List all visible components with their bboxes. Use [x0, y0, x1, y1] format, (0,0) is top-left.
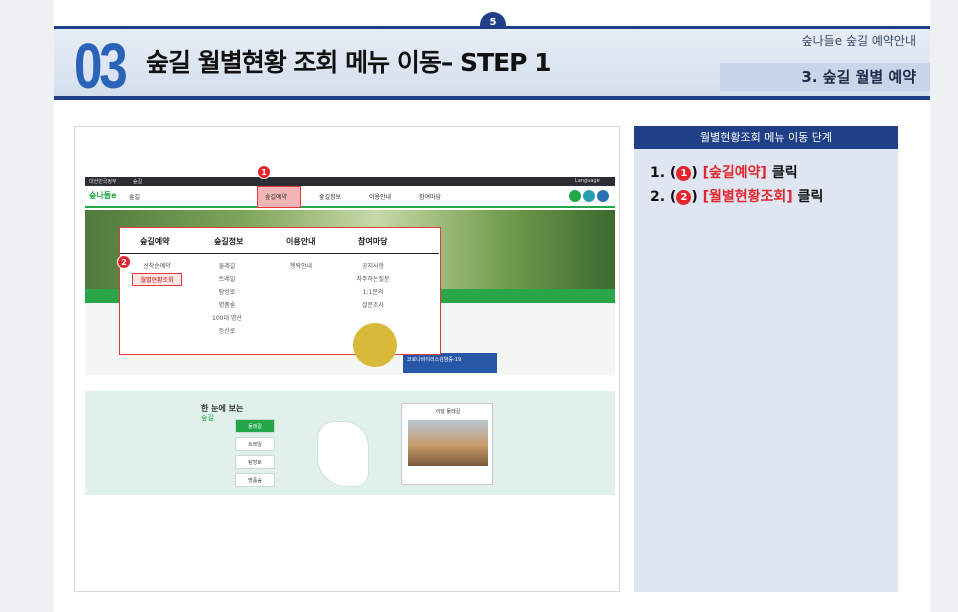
- step-target: [월별현황조회]: [702, 189, 793, 205]
- lower-section: 한 눈에 보는 숲길 둘레길 트레일 탐방로 명품숲 이달 둘레길: [85, 391, 615, 495]
- mega-col-participate: 공지사항 자주하는질문 1:1문의 설문조사: [338, 260, 408, 312]
- mega-header-reservation: 숲길예약: [140, 237, 170, 246]
- site-mockup: 대한민국정부 숲길 Language 숲나들e 숲길 숲길예약 숲길정보 이용안…: [85, 165, 615, 495]
- step-badge: 2: [676, 190, 692, 205]
- topbar-gov-link: 대한민국정부: [89, 179, 117, 185]
- site-topbar: 대한민국정부 숲길 Language: [85, 177, 615, 186]
- menu-item-trail: 트레일: [218, 276, 236, 283]
- topbar-site-link: 숲길: [133, 179, 143, 185]
- step-badge: 1: [676, 166, 692, 181]
- covid-banner: 코로나바이러스감염증-19: [403, 353, 497, 373]
- section-header: 03 숲길 월별현황 조회 메뉴 이동– STEP 1 숲나들e 숲길 예약안내…: [54, 26, 930, 100]
- mega-col-reservation: 선착순예약 월별현황조회: [122, 260, 192, 286]
- step-item: 2. (2) [월별현황조회] 클릭: [650, 186, 823, 206]
- mega-menu-header: 숲길예약 숲길정보 이용안내 참여마당: [120, 228, 439, 254]
- menu-item-notice: 공지사항: [361, 263, 385, 270]
- step-action: 클릭: [766, 165, 798, 181]
- menu-item-mountains: 100대 명산: [212, 315, 242, 322]
- user-icon: [583, 190, 595, 202]
- steps-panel-title: 월별현황조회 메뉴 이동 단계: [634, 126, 898, 149]
- trail-type-button: 탐방로: [235, 455, 275, 469]
- menu-item-dulle: 둘레길: [218, 263, 236, 270]
- lower-subheading: 숲길: [201, 414, 214, 422]
- menu-item-monthly-status: 월별현황조회: [132, 273, 182, 286]
- step-prefix: 1. (: [650, 165, 677, 181]
- menu-item-guide: 행락안내: [289, 263, 313, 270]
- menu-item-faq: 자주하는질문: [356, 276, 390, 283]
- mega-header-guide: 이용안내: [286, 237, 316, 246]
- card-title: 이달 둘레길: [435, 409, 461, 415]
- menu-item-inquiry: 1:1문의: [362, 289, 384, 296]
- mega-col-guide: 행락안내: [266, 260, 336, 273]
- site-logo: 숲나들e: [89, 191, 117, 200]
- nav-item-reservation: 숲길예약: [265, 194, 288, 201]
- search-icon: [569, 190, 581, 202]
- callout-badge: 2: [117, 255, 131, 269]
- step-number: 03: [74, 30, 128, 102]
- menu-item-hiking: 등산로: [218, 328, 236, 335]
- menu-item-forest: 명품숲: [218, 302, 236, 309]
- trail-type-button: 명품숲: [235, 473, 275, 487]
- website-screenshot: 대한민국정부 숲길 Language 숲나들e 숲길 숲길예약 숲길정보 이용안…: [74, 126, 620, 592]
- nav-home-label: 숲길: [129, 194, 141, 201]
- step-target: [숲길예약]: [702, 165, 767, 181]
- card-photo: [408, 420, 488, 466]
- trail-type-button: 둘레길: [235, 419, 275, 433]
- mega-col-info: 둘레길 트레일 탐방로 명품숲 100대 명산 등산로: [192, 260, 262, 338]
- nav-item-guide: 이용안내: [369, 194, 392, 201]
- step-action: 클릭: [792, 189, 824, 205]
- menu-icon: [597, 190, 609, 202]
- banner-text: 코로나바이러스감염증-19: [407, 357, 462, 363]
- menu-item-tambang: 탐방로: [218, 289, 236, 296]
- mega-header-participate: 참여마당: [358, 237, 388, 246]
- menu-item-survey: 설문조사: [361, 302, 385, 309]
- section-label: 3. 숲길 월별 예약: [720, 63, 930, 91]
- step-mid: ): [691, 189, 703, 205]
- menu-item-first-come: 선착순예약: [143, 263, 171, 270]
- guide-name: 숲나들e 숲길 예약안내: [801, 34, 916, 48]
- steps-panel: 월별현황조회 메뉴 이동 단계 1. (1) [숲길예약] 클릭 2. (2) …: [634, 126, 898, 592]
- topbar-language: Language: [575, 178, 600, 184]
- step-item: 1. (1) [숲길예약] 클릭: [650, 162, 798, 182]
- korea-map: [317, 421, 369, 487]
- trail-card: 이달 둘레길: [401, 403, 493, 485]
- nav-item-participate: 참여마당: [419, 194, 442, 201]
- nav-item-info: 숲길정보: [319, 194, 342, 201]
- callout-badge: 1: [257, 165, 271, 179]
- site-navbar: 숲나들e 숲길 숲길예약 숲길정보 이용안내 참여마당: [85, 186, 615, 208]
- mascot-illustration: [353, 323, 397, 367]
- trail-type-button: 트레일: [235, 437, 275, 451]
- mega-header-info: 숲길정보: [214, 237, 244, 246]
- page-title: 숲길 월별현황 조회 메뉴 이동– STEP 1: [146, 48, 552, 77]
- step-prefix: 2. (: [650, 189, 677, 205]
- step-mid: ): [691, 165, 703, 181]
